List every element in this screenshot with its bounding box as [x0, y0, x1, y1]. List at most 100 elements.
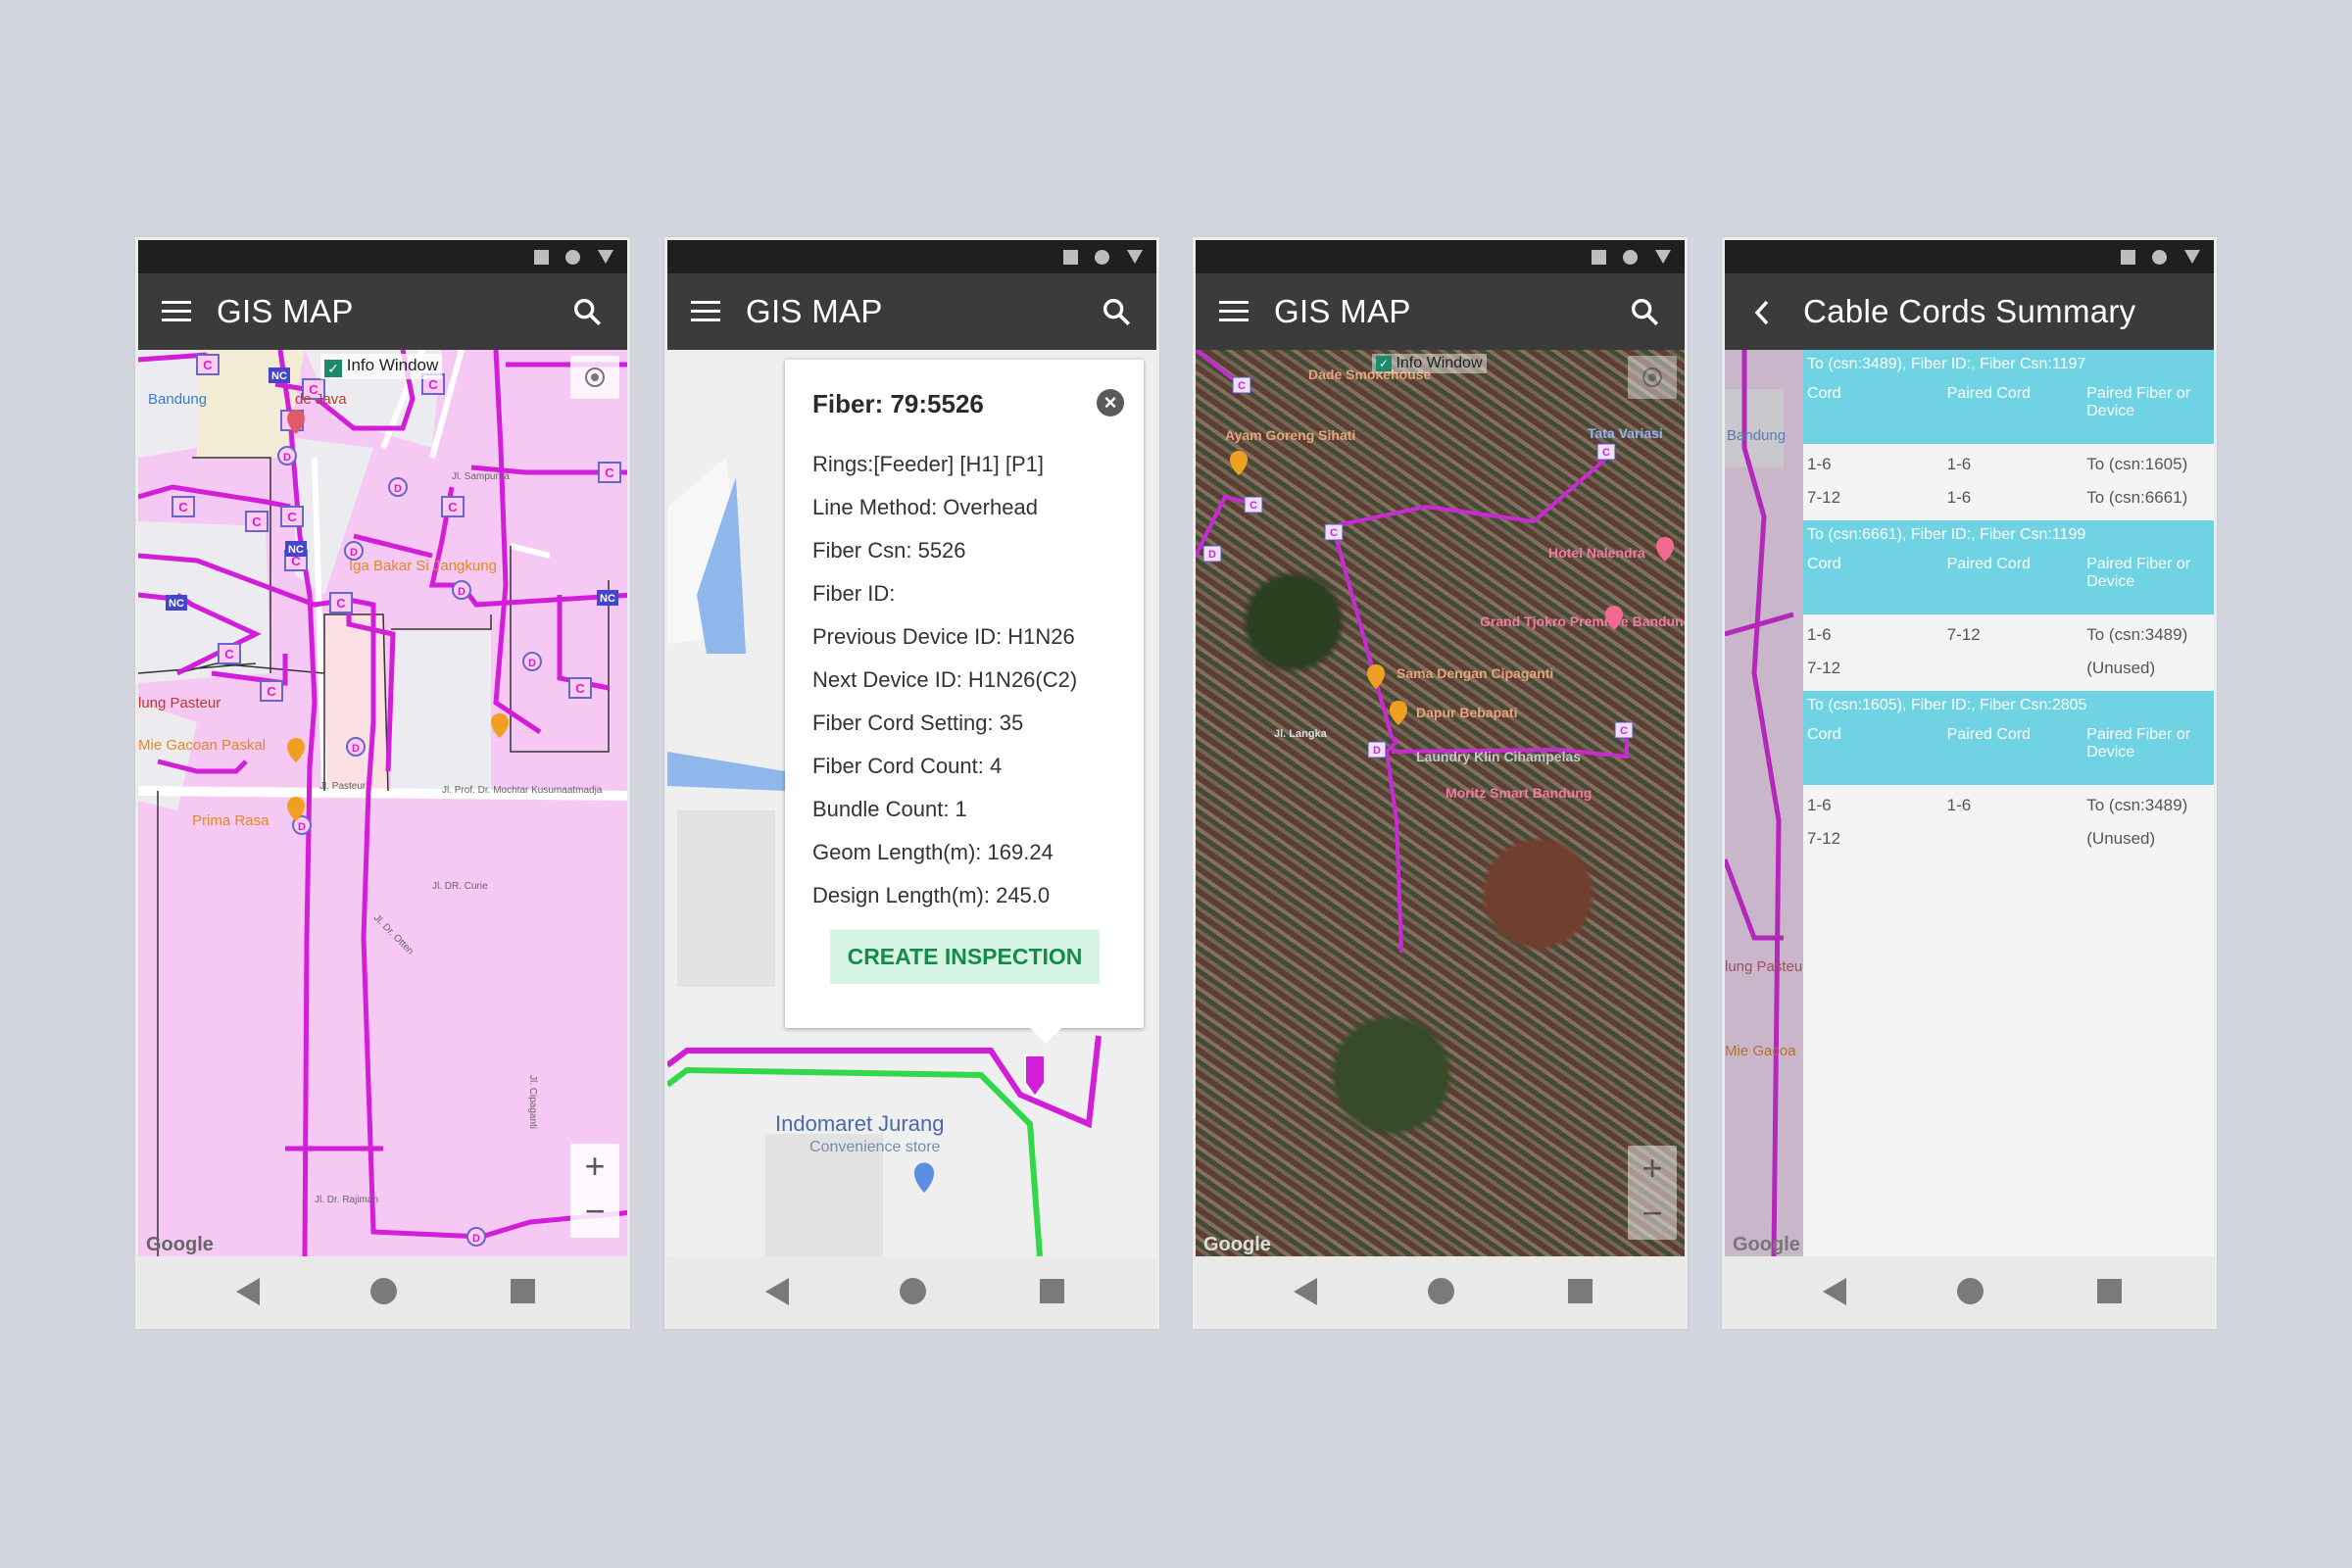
- cell-cord: 1-6: [1807, 796, 1832, 814]
- device-marker-c[interactable]: C: [218, 643, 241, 664]
- cell-paired-cord: 1-6: [1946, 455, 1972, 473]
- svg-text:NC: NC: [169, 598, 184, 610]
- zoom-out-button[interactable]: −: [1628, 1191, 1677, 1236]
- svg-text:D: D: [1373, 745, 1381, 757]
- map-label: Laundry Klin Cihampelas: [1416, 749, 1581, 764]
- map-canvas[interactable]: C C C C C D D Dade Smokehouse Ayam Goren…: [1196, 350, 1685, 1256]
- checkbox-checked-icon[interactable]: ✓: [1376, 356, 1392, 371]
- circle-icon: [2152, 250, 2167, 265]
- map-view-background: Bandung lung Pasteu Mie Gacoa Google To …: [1725, 350, 2214, 1256]
- section-caption: To (csn:6661), Fiber ID:, Fiber Csn:1199: [1807, 526, 2086, 543]
- device-marker-d[interactable]: D: [346, 737, 366, 757]
- back-triangle-icon[interactable]: [1294, 1278, 1317, 1305]
- device-marker-c[interactable]: C: [598, 462, 621, 483]
- device-marker-d[interactable]: D: [466, 1227, 486, 1247]
- road-label: Jl. Dr. Rajiman: [315, 1195, 378, 1205]
- info-window-toggle[interactable]: ✓ Info Window: [320, 354, 443, 379]
- svg-text:C: C: [1238, 380, 1246, 392]
- my-location-button[interactable]: [570, 356, 619, 399]
- triangle-icon: [1655, 250, 1671, 264]
- popup-row-geom-length: Geom Length(m): 169.24: [812, 840, 1054, 864]
- popup-row-cord-setting: Fiber Cord Setting: 35: [812, 710, 1024, 735]
- square-icon: [1592, 250, 1606, 265]
- svg-text:C: C: [428, 377, 438, 392]
- menu-icon[interactable]: [1219, 301, 1249, 322]
- svg-text:C: C: [287, 510, 297, 524]
- menu-icon[interactable]: [162, 301, 191, 322]
- section-header: To (csn:6661), Fiber ID:, Fiber Csn:1199…: [1803, 520, 2214, 614]
- device-marker-c[interactable]: C: [568, 677, 592, 699]
- back-triangle-icon[interactable]: [236, 1278, 260, 1305]
- svg-text:NC: NC: [600, 593, 615, 605]
- zoom-in-button[interactable]: +: [1628, 1146, 1677, 1191]
- popup-row-fiber-csn: Fiber Csn: 5526: [812, 538, 966, 563]
- device-marker-d[interactable]: D: [277, 446, 297, 466]
- cell-paired-cord: 7-12: [1946, 625, 1981, 644]
- close-icon[interactable]: ×: [1097, 389, 1124, 416]
- search-icon[interactable]: [570, 295, 604, 328]
- circle-icon: [1623, 250, 1638, 265]
- svg-text:C: C: [1602, 447, 1610, 459]
- map-view[interactable]: C C C C C C C C C C C C C C D D D D D D: [138, 350, 627, 1256]
- home-circle-icon[interactable]: [900, 1278, 926, 1304]
- crosshair-icon: [1642, 368, 1662, 387]
- zoom-controls: + −: [1628, 1146, 1677, 1240]
- recents-square-icon[interactable]: [1568, 1279, 1592, 1303]
- create-inspection-button[interactable]: CREATE INSPECTION: [830, 930, 1100, 984]
- search-icon[interactable]: [1100, 295, 1133, 328]
- map-view[interactable]: Indomaret Jurang Convenience store Fiber…: [667, 350, 1156, 1256]
- fiber-info-popup: Fiber: 79:5526 × Rings:[Feeder] [H1] [P1…: [785, 360, 1144, 1044]
- svg-text:C: C: [1330, 527, 1338, 539]
- svg-text:C: C: [267, 684, 276, 699]
- recents-square-icon[interactable]: [1040, 1279, 1064, 1303]
- satellite-map-view[interactable]: C C C C C D D Dade Smokehouse Ayam Goren…: [1196, 350, 1685, 1256]
- zoom-out-button[interactable]: −: [570, 1189, 619, 1234]
- section-caption: To (csn:1605), Fiber ID:, Fiber Csn:2805: [1807, 697, 2087, 713]
- svg-text:D: D: [458, 586, 466, 598]
- map-label-store-type: Convenience store: [809, 1139, 941, 1155]
- cable-cords-table: To (csn:3489), Fiber ID:, Fiber Csn:1197…: [1803, 350, 2214, 1256]
- back-triangle-icon[interactable]: [1823, 1278, 1846, 1305]
- page-title: GIS MAP: [1274, 293, 1411, 329]
- cell-cord: 1-6: [1807, 455, 1832, 473]
- svg-text:C: C: [1250, 500, 1257, 512]
- device-marker-d[interactable]: D: [388, 477, 408, 497]
- device-marker-c[interactable]: C: [196, 354, 220, 375]
- device-marker-c[interactable]: C: [280, 506, 304, 527]
- home-circle-icon[interactable]: [370, 1278, 397, 1304]
- map-label: Moritz Smart Bandung: [1446, 785, 1592, 801]
- recents-square-icon[interactable]: [2097, 1279, 2122, 1303]
- back-triangle-icon[interactable]: [765, 1278, 789, 1305]
- system-nav-bar: [667, 1256, 1156, 1326]
- device-marker-c[interactable]: C: [329, 592, 353, 613]
- menu-icon[interactable]: [691, 301, 720, 322]
- zoom-in-button[interactable]: +: [570, 1144, 619, 1189]
- system-nav-bar: [1196, 1256, 1685, 1326]
- device-marker-c[interactable]: C: [172, 496, 195, 517]
- page-title: GIS MAP: [217, 293, 354, 329]
- device-marker-c[interactable]: C: [245, 511, 269, 532]
- crosshair-icon: [585, 368, 605, 387]
- recents-square-icon[interactable]: [511, 1279, 535, 1303]
- device-marker-d[interactable]: D: [522, 652, 542, 671]
- home-circle-icon[interactable]: [1957, 1278, 1984, 1304]
- device-marker-c[interactable]: C: [260, 680, 283, 702]
- column-header-paired-cord: Paired Cord: [1946, 385, 2031, 402]
- map-canvas[interactable]: C C C C C C C C C C C C C C D D D D D D: [138, 350, 627, 1256]
- section-caption: To (csn:3489), Fiber ID:, Fiber Csn:1197: [1807, 356, 2086, 372]
- my-location-button[interactable]: [1628, 356, 1677, 399]
- info-window-toggle[interactable]: ✓ Info Window: [1372, 354, 1487, 373]
- back-arrow-icon[interactable]: [1752, 299, 1772, 326]
- home-circle-icon[interactable]: [1428, 1278, 1454, 1304]
- status-bar: [138, 240, 627, 273]
- svg-text:C: C: [605, 466, 614, 480]
- column-header-cord: Cord: [1807, 556, 1841, 572]
- svg-text:D: D: [472, 1233, 480, 1245]
- app-bar: GIS MAP: [1196, 273, 1685, 350]
- map-label: Tata Variasi: [1588, 425, 1663, 441]
- search-icon[interactable]: [1628, 295, 1661, 328]
- section-header: To (csn:1605), Fiber ID:, Fiber Csn:2805…: [1803, 691, 2214, 785]
- device-marker-c[interactable]: C: [441, 496, 465, 517]
- checkbox-checked-icon[interactable]: ✓: [324, 360, 342, 377]
- device-marker-d[interactable]: D: [452, 580, 471, 600]
